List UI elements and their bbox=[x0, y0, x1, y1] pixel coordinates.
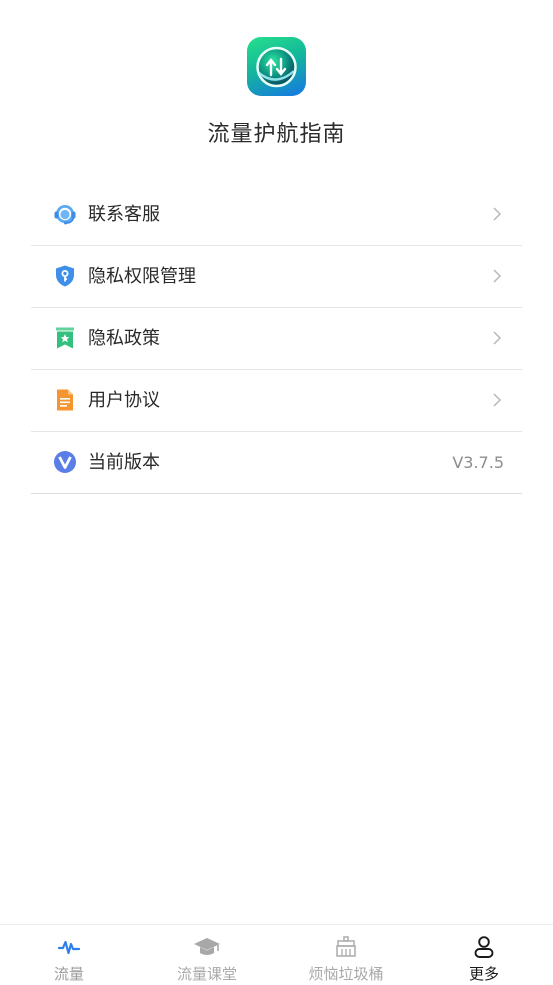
v-badge-icon bbox=[53, 450, 77, 474]
trash-bin-icon bbox=[332, 935, 360, 959]
chevron-right-icon bbox=[492, 330, 502, 346]
settings-menu: 联系客服 隐私权限管理 隐私政策 用户协议 当前版本 V3.7.5 bbox=[31, 184, 522, 494]
menu-item-label: 用户协议 bbox=[88, 390, 160, 411]
menu-item-privacy-permissions[interactable]: 隐私权限管理 bbox=[31, 246, 522, 308]
menu-item-user-agreement[interactable]: 用户协议 bbox=[31, 370, 522, 432]
menu-item-contact-support[interactable]: 联系客服 bbox=[31, 184, 522, 246]
tab-traffic[interactable]: 流量 bbox=[0, 925, 138, 985]
tab-label: 流量课堂 bbox=[176, 965, 237, 983]
tab-worry-bin[interactable]: 烦恼垃圾桶 bbox=[277, 925, 415, 985]
chevron-right-icon bbox=[492, 268, 502, 284]
version-value: V3.7.5 bbox=[452, 453, 504, 472]
tab-label: 流量 bbox=[53, 965, 84, 983]
chevron-right-icon bbox=[492, 206, 502, 222]
headset-icon bbox=[53, 202, 77, 226]
app-header: 流量护航指南 bbox=[0, 0, 553, 180]
tab-label: 更多 bbox=[468, 965, 499, 983]
key-shield-icon bbox=[53, 264, 77, 288]
menu-item-current-version: 当前版本 V3.7.5 bbox=[31, 432, 522, 494]
app-title: 流量护航指南 bbox=[207, 122, 346, 147]
bookmark-star-icon bbox=[53, 326, 77, 350]
chevron-right-icon bbox=[492, 392, 502, 408]
menu-item-label: 当前版本 bbox=[88, 452, 160, 473]
menu-item-label: 隐私政策 bbox=[88, 328, 160, 349]
tab-label: 烦恼垃圾桶 bbox=[308, 965, 384, 983]
graduation-cap-icon bbox=[193, 935, 221, 959]
bottom-tab-bar: 流量 流量课堂 烦恼垃圾桶 更多 bbox=[0, 924, 553, 985]
person-icon bbox=[470, 935, 498, 959]
tab-more[interactable]: 更多 bbox=[415, 925, 553, 985]
pulse-icon bbox=[55, 935, 83, 959]
menu-item-privacy-policy[interactable]: 隐私政策 bbox=[31, 308, 522, 370]
menu-item-label: 隐私权限管理 bbox=[88, 266, 196, 287]
traffic-arrows-logo-icon bbox=[247, 37, 306, 96]
document-icon bbox=[53, 388, 77, 412]
tab-traffic-class[interactable]: 流量课堂 bbox=[138, 925, 276, 985]
menu-item-label: 联系客服 bbox=[88, 204, 160, 225]
